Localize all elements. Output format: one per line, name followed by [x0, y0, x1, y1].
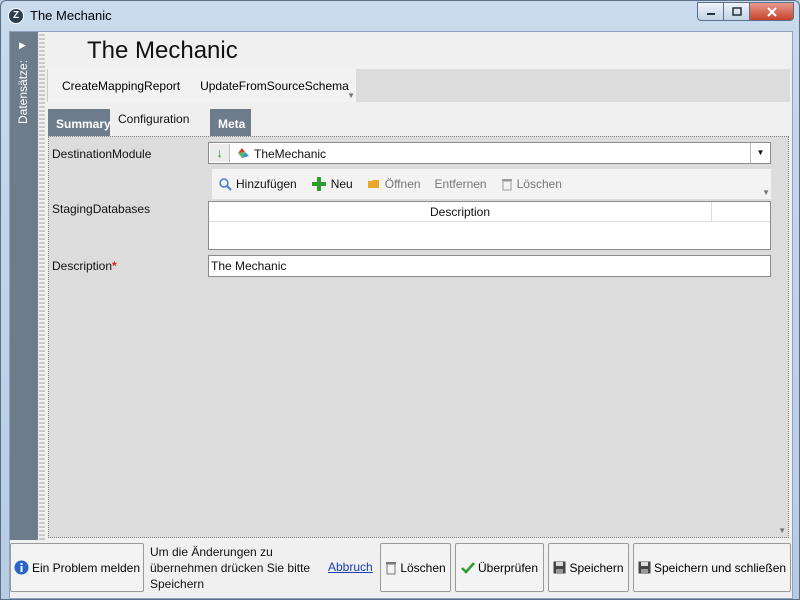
search-icon — [219, 178, 232, 191]
destination-module-label: DestinationModule — [52, 147, 152, 161]
navigate-down-arrow-icon[interactable]: ↓ — [210, 144, 230, 162]
configuration-panel: DestinationModule ↓ TheMechanic ▼ Hinzuf… — [48, 136, 789, 538]
trash-icon — [501, 178, 512, 190]
scroll-down-arrow-icon[interactable]: ▼ — [778, 526, 786, 535]
window-client-area: ▶ Datensätze: The Mechanic CreateMapping… — [9, 31, 793, 599]
save-and-close-label: Speichern und schließen — [653, 560, 787, 575]
module-logo-icon — [238, 148, 249, 158]
save-and-close-button[interactable]: Speichern und schließen — [633, 543, 791, 592]
remove-label: Entfernen — [434, 177, 487, 191]
checkmark-icon — [461, 561, 475, 574]
report-problem-button[interactable]: Ein Problem melden — [10, 543, 144, 592]
main-window: Z The Mechanic ▶ Datensätze: The Mechani… — [0, 0, 800, 600]
delete-row-button[interactable]: Löschen — [501, 177, 562, 191]
update-from-source-schema-button[interactable]: UpdateFromSourceSchema — [200, 79, 349, 93]
overflow-chevron-icon[interactable]: ▼ — [347, 91, 355, 100]
command-bar-background — [356, 69, 790, 102]
floppy-disk-icon — [553, 561, 566, 574]
description-label: Description* — [52, 259, 117, 273]
floppy-disk-icon — [638, 561, 651, 574]
destination-module-combobox[interactable]: ↓ TheMechanic ▼ — [208, 142, 771, 164]
delete-row-label: Löschen — [516, 177, 562, 191]
tab-configuration[interactable]: Configuration — [110, 106, 210, 136]
window-controls — [697, 2, 794, 21]
maximize-button[interactable] — [723, 2, 750, 21]
dropdown-arrow-icon[interactable]: ▼ — [750, 143, 770, 163]
grid-header-filler — [713, 202, 770, 222]
plus-icon — [311, 177, 326, 191]
tab-meta[interactable]: Meta — [210, 109, 251, 136]
expand-arrow-icon[interactable]: ▶ — [19, 40, 26, 51]
footer-bar: Ein Problem melden Um die Änderungen zu … — [10, 542, 792, 598]
validate-label: Überprüfen — [477, 560, 539, 575]
add-existing-label: Hinzufügen — [236, 177, 297, 191]
create-mapping-report-button[interactable]: CreateMappingReport — [62, 79, 180, 93]
description-column-header[interactable]: Description — [209, 202, 712, 222]
open-label: Öffnen — [384, 177, 421, 191]
tab-summary[interactable]: Summary — [48, 109, 111, 136]
command-bar: CreateMappingReport UpdateFromSourceSche… — [47, 69, 356, 102]
window-title: The Mechanic — [30, 8, 112, 23]
new-button[interactable]: Neu — [311, 176, 353, 192]
delete-button[interactable]: Löschen — [380, 543, 451, 592]
sidebar-splitter[interactable] — [39, 32, 45, 540]
staging-databases-grid[interactable]: Description — [208, 201, 771, 250]
close-button[interactable] — [749, 2, 794, 21]
staging-databases-toolbar: Hinzufügen Neu Öffnen Entfernen Löschen — [212, 169, 771, 199]
report-problem-label: Ein Problem melden — [31, 560, 141, 575]
save-label: Speichern — [569, 560, 624, 575]
open-button[interactable]: Öffnen — [367, 177, 421, 191]
remove-button[interactable]: Entfernen — [435, 177, 487, 191]
save-button[interactable]: Speichern — [548, 543, 629, 592]
records-label: Datensätze: — [16, 59, 30, 124]
validate-button[interactable]: Überprüfen — [455, 543, 544, 592]
destination-module-value: TheMechanic — [254, 147, 327, 161]
required-mark: * — [112, 259, 117, 273]
info-icon — [14, 560, 29, 575]
new-label: Neu — [330, 177, 353, 191]
records-sidebar[interactable]: ▶ Datensätze: — [10, 32, 38, 540]
folder-icon — [367, 180, 379, 188]
description-label-text: Description — [52, 259, 113, 273]
add-existing-button[interactable]: Hinzufügen — [218, 177, 297, 191]
minimize-button[interactable] — [697, 2, 724, 21]
page-title: The Mechanic — [87, 37, 238, 64]
toolbar-overflow-chevron-icon[interactable]: ▼ — [762, 188, 770, 197]
close-icon — [766, 6, 777, 17]
title-bar[interactable]: Z The Mechanic — [1, 1, 799, 31]
trash-icon — [385, 561, 397, 575]
app-logo-icon: Z — [8, 8, 24, 24]
delete-label: Löschen — [400, 560, 446, 575]
maximize-icon — [731, 7, 742, 16]
staging-databases-label: StagingDatabases — [52, 202, 151, 216]
description-input[interactable]: The Mechanic — [208, 255, 771, 277]
abort-link[interactable]: Abbruch — [328, 560, 373, 574]
minimize-icon — [706, 12, 715, 15]
save-hint-text: Um die Änderungen zu übernehmen drücken … — [150, 545, 311, 591]
